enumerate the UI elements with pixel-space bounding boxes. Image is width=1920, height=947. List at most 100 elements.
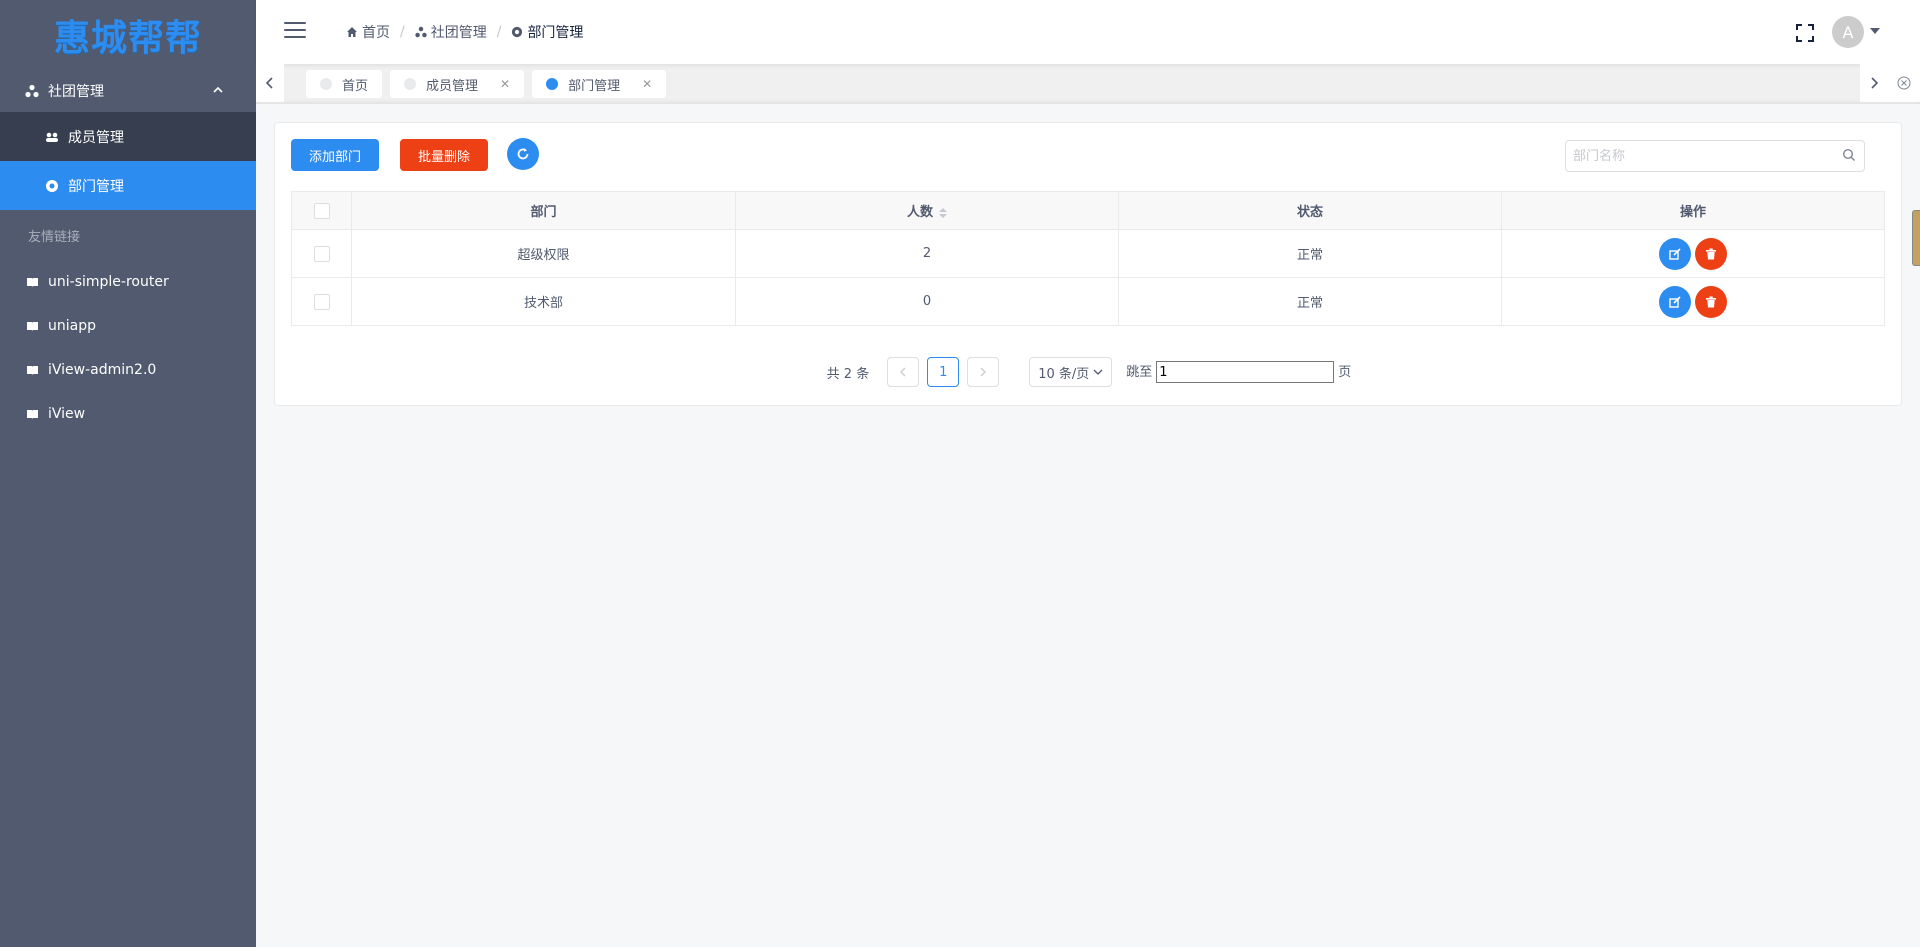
add-department-button[interactable]: 添加部门 [291, 139, 379, 171]
book-icon [24, 365, 40, 376]
cell-department: 技术部 [351, 277, 736, 326]
select-all-checkbox[interactable] [313, 202, 330, 219]
tag-label: 成员管理 [426, 78, 479, 94]
sidebar-group-club-management[interactable]: 社团管理 [0, 70, 256, 112]
edit-button[interactable] [1659, 285, 1691, 318]
top-header: 首页 / 社团管理 / 部门管理 A [256, 0, 1920, 64]
breadcrumb-item-home[interactable]: 首页 [346, 22, 390, 42]
sidebar-section-friendly-links: 友情链接 [28, 229, 81, 245]
caret-down-icon[interactable] [1870, 28, 1880, 34]
chevron-right-icon [1871, 77, 1879, 89]
next-page-button[interactable] [967, 357, 1000, 387]
cell-department: 超级权限 [351, 229, 736, 278]
page-size-select[interactable]: 10 条/页 [1029, 357, 1113, 387]
row-checkbox[interactable] [313, 293, 330, 310]
close-all-tags-button[interactable] [1888, 64, 1920, 102]
sidebar-link-uni-simple-router[interactable]: uni-simple-router [0, 260, 256, 304]
chevron-down-icon [1093, 369, 1103, 375]
cell-status: 正常 [1118, 229, 1502, 278]
pagination: 共 2 条 1 10 条/页 跳至 页 [275, 357, 1903, 387]
delete-button[interactable] [1695, 237, 1727, 270]
fullscreen-icon[interactable] [1796, 24, 1814, 42]
sidebar-item-label: 成员管理 [68, 129, 124, 146]
search-icon[interactable] [1842, 148, 1856, 166]
tag-dot [546, 78, 559, 90]
row-checkbox[interactable] [313, 245, 330, 262]
chevron-right-icon [980, 367, 987, 377]
page-jump-input[interactable] [1156, 361, 1335, 384]
breadcrumb: 首页 / 社团管理 / 部门管理 [346, 22, 583, 42]
sidebar-item-members[interactable]: 成员管理 [0, 112, 256, 161]
edit-button[interactable] [1659, 237, 1691, 270]
table-row: 技术部 0 正常 [291, 277, 1885, 326]
book-icon [24, 277, 40, 288]
trash-icon [1706, 248, 1716, 259]
home-icon [347, 27, 357, 37]
delete-button[interactable] [1695, 285, 1727, 318]
tag-dot [320, 78, 332, 90]
cell-actions [1501, 277, 1885, 326]
refresh-button[interactable] [507, 138, 539, 170]
edit-icon [1669, 247, 1681, 260]
department-search-input[interactable] [1573, 141, 1833, 171]
sidebar-link-iview[interactable]: iView [0, 392, 256, 436]
circle-icon [512, 26, 523, 38]
trash-icon [1706, 296, 1716, 307]
book-icon [24, 409, 40, 420]
app-logo: 惠城帮帮 [53, 18, 202, 59]
cluster-icon [415, 26, 427, 38]
tag-label: 部门管理 [568, 78, 621, 94]
user-avatar[interactable]: A [1832, 16, 1864, 48]
page-jump: 跳至 页 [1126, 361, 1351, 384]
people-icon [44, 131, 60, 143]
sidebar-link-label: uniapp [48, 318, 96, 334]
sidebar-link-uniapp[interactable]: uniapp [0, 304, 256, 348]
sidebar-link-label: iView [48, 406, 86, 422]
table-row: 超级权限 2 正常 [291, 229, 1885, 278]
page-number-button[interactable]: 1 [927, 357, 960, 387]
close-icon[interactable]: ✕ [500, 77, 510, 91]
sidebar-group-label: 社团管理 [48, 84, 104, 100]
col-header-count[interactable]: 人数 [735, 191, 1119, 230]
table-header-row: 部门 人数 状态 操作 [291, 191, 1885, 230]
tag-departments[interactable]: 部门管理 ✕ [532, 70, 667, 98]
pagination-total: 共 2 条 [826, 366, 870, 382]
close-icon[interactable]: ✕ [642, 77, 652, 91]
sidebar-link-label: iView-admin2.0 [48, 362, 157, 378]
tags-nav: 首页 成员管理 ✕ 部门管理 ✕ [256, 64, 1920, 104]
sort-icon[interactable] [939, 207, 947, 218]
col-header-department: 部门 [351, 191, 736, 230]
tags-scroll-right-button[interactable] [1860, 64, 1888, 102]
department-table: 部门 人数 状态 操作 超级权限 2 正常 技术部 0 正常 [291, 191, 1885, 326]
breadcrumb-item-departments: 部门管理 [511, 22, 583, 42]
jump-label: 跳至 [1126, 364, 1153, 380]
prev-page-button[interactable] [887, 357, 920, 387]
cell-count: 0 [735, 277, 1119, 326]
sidebar: 惠城帮帮 社团管理 成员管理 部门管理 友情链接 uni-simple-rout… [0, 0, 256, 947]
edit-icon [1669, 295, 1681, 308]
cluster-icon [24, 84, 40, 98]
col-header-actions: 操作 [1501, 191, 1885, 230]
col-header-status: 状态 [1118, 191, 1502, 230]
sidebar-link-iview-admin[interactable]: iView-admin2.0 [0, 348, 256, 392]
tags-scroll-left-button[interactable] [256, 64, 284, 102]
sidebar-item-label: 部门管理 [68, 178, 124, 195]
cell-status: 正常 [1118, 277, 1502, 326]
batch-delete-button[interactable]: 批量删除 [400, 139, 488, 171]
tag-dot [404, 78, 417, 90]
sidebar-link-label: uni-simple-router [48, 274, 169, 290]
department-search [1565, 140, 1865, 172]
book-icon [24, 321, 40, 332]
department-card: 添加部门 批量删除 部门 人数 状态 操作 超级权限 2 正常 [274, 122, 1902, 406]
cell-count: 2 [735, 229, 1119, 278]
refresh-icon [517, 148, 529, 160]
breadcrumb-item-club-management[interactable]: 社团管理 [415, 22, 487, 42]
side-drawer-handle[interactable] [1912, 210, 1920, 266]
menu-toggle-icon[interactable] [284, 22, 306, 40]
close-circle-icon [1897, 76, 1911, 90]
page-suffix: 页 [1338, 364, 1352, 380]
cell-actions [1501, 229, 1885, 278]
tag-members[interactable]: 成员管理 ✕ [390, 70, 525, 98]
sidebar-item-departments[interactable]: 部门管理 [0, 161, 256, 210]
tag-home[interactable]: 首页 [306, 70, 383, 98]
